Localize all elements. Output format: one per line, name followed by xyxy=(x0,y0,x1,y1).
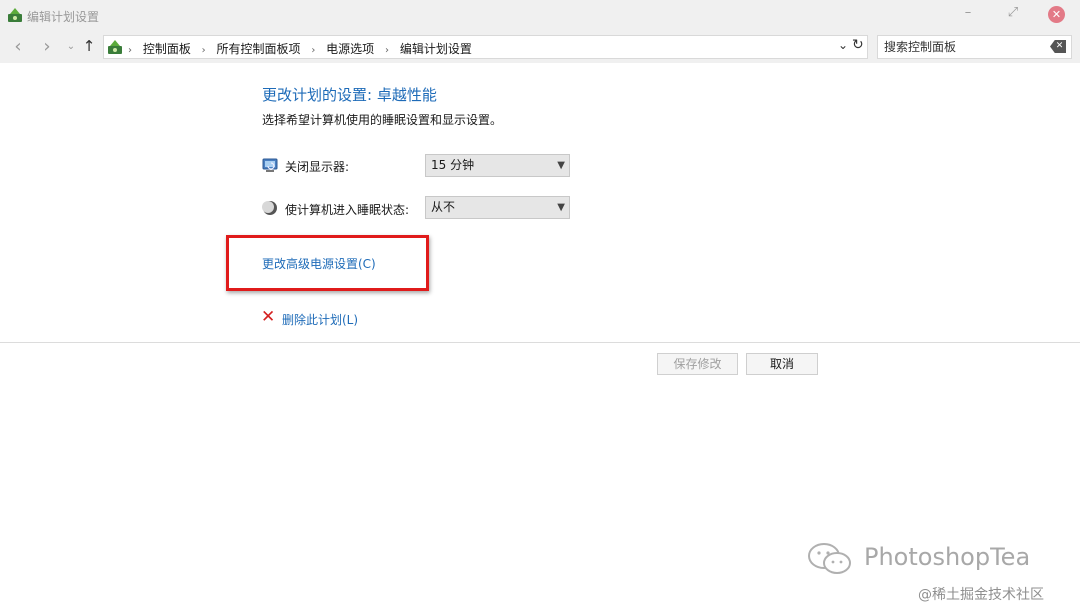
sleep-moon-icon xyxy=(262,201,277,215)
power-options-icon xyxy=(8,8,22,22)
minimize-button[interactable]: – xyxy=(956,5,980,20)
advanced-power-settings-link[interactable]: 更改高级电源设置(C) xyxy=(262,255,376,272)
recent-locations-icon[interactable]: ⌄ xyxy=(61,41,81,52)
breadcrumb-power-options[interactable]: 电源选项 xyxy=(326,40,374,57)
maximize-button[interactable]: ⤢ xyxy=(1001,5,1025,20)
title-bar: 编辑计划设置 – ⤢ ✕ xyxy=(0,0,1080,31)
breadcrumb[interactable]: › 控制面板 › 所有控制面板项 › 电源选项 › 编辑计划设置 ⌄ ↻ xyxy=(103,35,868,59)
divider xyxy=(0,342,1080,343)
forward-button[interactable]: › xyxy=(37,36,57,57)
delete-plan-link[interactable]: 删除此计划(L) xyxy=(282,311,358,328)
cancel-button[interactable]: 取消 xyxy=(746,353,818,375)
chevron-down-icon: ▼ xyxy=(557,160,565,171)
breadcrumb-separator: › xyxy=(201,45,206,56)
display-off-value: 15 分钟 xyxy=(431,158,475,172)
breadcrumb-separator: › xyxy=(385,45,390,56)
page-subtitle: 选择希望计算机使用的睡眠设置和显示设置。 xyxy=(262,113,503,127)
search-input[interactable] xyxy=(884,40,1034,54)
window-title: 编辑计划设置 xyxy=(27,10,100,24)
breadcrumb-separator: › xyxy=(128,45,132,56)
control-panel-icon xyxy=(108,40,122,54)
back-button[interactable]: ‹ xyxy=(8,36,28,57)
save-button[interactable]: 保存修改 xyxy=(657,353,738,375)
address-bar: ‹ › ⌄ ↑ › 控制面板 › 所有控制面板项 › 电源选项 › 编辑计划设置… xyxy=(0,31,1080,63)
watermark-brand: PhotoshopTea xyxy=(864,543,1031,571)
page-title: 更改计划的设置: 卓越性能 xyxy=(262,86,437,104)
delete-icon: ✕ xyxy=(261,307,276,327)
search-box: ✕ xyxy=(877,35,1072,59)
sleep-value: 从不 xyxy=(431,200,456,214)
monitor-icon xyxy=(262,158,278,172)
breadcrumb-edit-plan[interactable]: 编辑计划设置 xyxy=(400,40,472,57)
sleep-label: 使计算机进入睡眠状态: xyxy=(285,203,410,217)
refresh-icon[interactable]: ↻ xyxy=(852,37,864,53)
breadcrumb-separator: › xyxy=(311,45,316,56)
up-button[interactable]: ↑ xyxy=(79,37,99,55)
chevron-down-icon: ▼ xyxy=(557,202,565,213)
watermark-site: @稀土掘金技术社区 xyxy=(918,587,1044,603)
breadcrumb-all-items[interactable]: 所有控制面板项 xyxy=(217,40,301,57)
address-dropdown-icon[interactable]: ⌄ xyxy=(838,38,848,52)
wechat-icon xyxy=(808,543,851,574)
breadcrumb-control-panel[interactable]: 控制面板 xyxy=(143,40,191,57)
close-icon: ✕ xyxy=(1051,8,1062,21)
display-off-label: 关闭显示器: xyxy=(285,160,350,174)
display-off-select[interactable]: 15 分钟 ▼ xyxy=(425,154,570,177)
clear-search-icon[interactable]: ✕ xyxy=(1050,40,1066,53)
close-button[interactable]: ✕ xyxy=(1048,6,1065,23)
sleep-select[interactable]: 从不 ▼ xyxy=(425,196,570,219)
